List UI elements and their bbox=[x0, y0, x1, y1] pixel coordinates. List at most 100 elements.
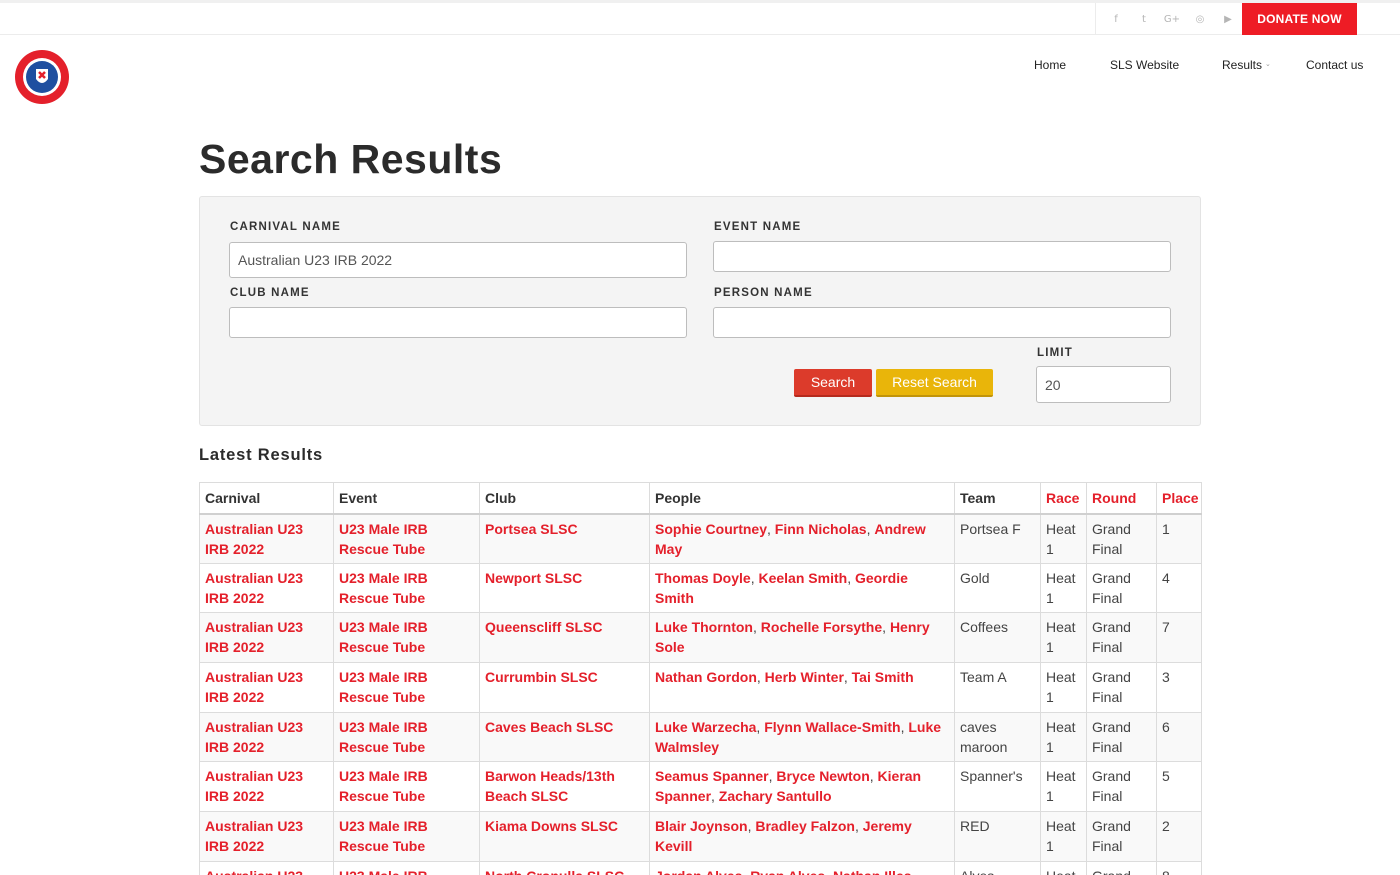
person-name-label: PERSON NAME bbox=[714, 287, 813, 299]
nav-results[interactable]: Results ⌄ bbox=[1222, 58, 1271, 74]
person-link[interactable]: Flynn Wallace-Smith bbox=[764, 719, 900, 735]
nav-sls-website[interactable]: SLS Website bbox=[1110, 58, 1179, 74]
donate-now-button[interactable]: DONATE NOW bbox=[1242, 3, 1357, 35]
carnival-link[interactable]: Australian U23 IRB 2022 bbox=[199, 562, 334, 614]
team-cell: Gold bbox=[954, 562, 1041, 614]
place-cell: 1 bbox=[1156, 513, 1202, 564]
table-row: Australian U23 IRB 2022U23 Male IRB Resc… bbox=[199, 811, 1202, 862]
person-link[interactable]: Finn Nicholas bbox=[775, 521, 867, 537]
people-cell: Blair Joynson, Bradley Falzon, Jeremy Ke… bbox=[649, 811, 955, 862]
club-name-input[interactable] bbox=[229, 307, 687, 338]
facebook-icon[interactable]: f bbox=[1102, 14, 1130, 25]
round-cell: Grand Final bbox=[1086, 513, 1157, 564]
club-link[interactable]: Caves Beach SLSC bbox=[479, 711, 650, 763]
carnival-link[interactable]: Australian U23 IRB 2022 bbox=[199, 711, 334, 763]
club-link[interactable]: Barwon Heads/13th Beach SLSC bbox=[479, 761, 650, 813]
column-header-place[interactable]: Place bbox=[1156, 482, 1202, 515]
google-plus-icon[interactable]: G+ bbox=[1158, 14, 1186, 25]
person-link[interactable]: Zachary Santullo bbox=[719, 788, 832, 804]
table-row: Australian U23 IRB 2022U23 Male IRB Resc… bbox=[199, 761, 1202, 813]
surf-life-saving-logo[interactable] bbox=[14, 49, 70, 105]
person-link[interactable]: Blair Joynson bbox=[655, 818, 748, 834]
place-cell: 4 bbox=[1156, 562, 1202, 614]
event-link[interactable]: U23 Male IRB Rescue Tube bbox=[333, 562, 480, 614]
top-utility-bar: f t G+ ◎ ▶ DONATE NOW bbox=[0, 0, 1400, 35]
carnival-name-input[interactable]: Australian U23 IRB 2022 bbox=[229, 242, 687, 278]
person-link[interactable]: Bradley Falzon bbox=[755, 818, 855, 834]
person-link[interactable]: Nathan Illes bbox=[833, 868, 912, 875]
youtube-icon[interactable]: ▶ bbox=[1214, 14, 1242, 25]
place-cell: 8 bbox=[1156, 860, 1202, 875]
search-form-panel: CARNIVAL NAME Australian U23 IRB 2022 EV… bbox=[199, 196, 1201, 426]
club-link[interactable]: Kiama Downs SLSC bbox=[479, 811, 650, 862]
team-cell: Alves Junior bbox=[954, 860, 1041, 875]
column-header-people: People bbox=[649, 482, 955, 515]
separator: , bbox=[767, 520, 775, 537]
carnival-link[interactable]: Australian U23 IRB 2022 bbox=[199, 761, 334, 813]
table-header-row: Carnival Event Club People Team Race Rou… bbox=[199, 482, 1202, 515]
event-link[interactable]: U23 Male IRB Rescue Tube bbox=[333, 711, 480, 763]
person-link[interactable]: Luke Warzecha bbox=[655, 719, 756, 735]
person-link[interactable]: Luke Thornton bbox=[655, 619, 753, 635]
place-cell: 7 bbox=[1156, 612, 1202, 664]
race-cell: Heat 1 bbox=[1040, 860, 1087, 875]
club-link[interactable]: Currumbin SLSC bbox=[479, 662, 650, 713]
club-link[interactable]: Queenscliff SLSC bbox=[479, 612, 650, 664]
limit-label: LIMIT bbox=[1037, 347, 1074, 359]
club-link[interactable]: Portsea SLSC bbox=[479, 513, 650, 564]
person-link[interactable]: Herb Winter bbox=[765, 669, 844, 685]
person-link[interactable]: Jordan Alves bbox=[655, 868, 742, 875]
team-cell: Coffees bbox=[954, 612, 1041, 664]
round-cell: Grand Final bbox=[1086, 662, 1157, 713]
round-cell: Grand Final bbox=[1086, 761, 1157, 813]
page-title: Search Results bbox=[199, 136, 503, 182]
event-link[interactable]: U23 Male IRB Rescue Tube bbox=[333, 761, 480, 813]
column-header-team: Team bbox=[954, 482, 1041, 515]
table-row: Australian U23 IRB 2022U23 Male IRB Resc… bbox=[199, 711, 1202, 763]
person-link[interactable]: Seamus Spanner bbox=[655, 768, 769, 784]
people-cell: Sophie Courtney, Finn Nicholas, Andrew M… bbox=[649, 513, 955, 564]
person-name-input[interactable] bbox=[713, 307, 1171, 338]
person-link[interactable]: Sophie Courtney bbox=[655, 521, 767, 537]
column-header-round[interactable]: Round bbox=[1086, 482, 1157, 515]
person-link[interactable]: Tai Smith bbox=[852, 669, 914, 685]
column-header-carnival: Carnival bbox=[199, 482, 334, 515]
club-link[interactable]: North Cronulla SLSC bbox=[479, 860, 650, 875]
separator: , bbox=[843, 669, 852, 686]
reset-search-button[interactable]: Reset Search bbox=[876, 369, 993, 397]
person-link[interactable]: Nathan Gordon bbox=[655, 669, 757, 685]
place-cell: 5 bbox=[1156, 761, 1202, 813]
person-link[interactable]: Keelan Smith bbox=[758, 570, 847, 586]
carnival-link[interactable]: Australian U23 IRB 2022 bbox=[199, 513, 334, 564]
person-link[interactable]: Bryce Newton bbox=[776, 768, 869, 784]
separator: , bbox=[854, 818, 863, 835]
carnival-link[interactable]: Australian U23 IRB 2022 bbox=[199, 860, 334, 875]
person-link[interactable]: Rochelle Forsythe bbox=[761, 619, 882, 635]
carnival-link[interactable]: Australian U23 IRB 2022 bbox=[199, 662, 334, 713]
race-cell: Heat 1 bbox=[1040, 513, 1087, 564]
nav-home[interactable]: Home bbox=[1034, 58, 1066, 74]
event-link[interactable]: U23 Male IRB Rescue Tube bbox=[333, 811, 480, 862]
person-link[interactable]: Thomas Doyle bbox=[655, 570, 751, 586]
column-header-club: Club bbox=[479, 482, 650, 515]
event-link[interactable]: U23 Male IRB Rescue Tube bbox=[333, 860, 480, 875]
separator: , bbox=[869, 768, 878, 785]
nav-contact-us[interactable]: Contact us bbox=[1306, 58, 1363, 74]
event-link[interactable]: U23 Male IRB Rescue Tube bbox=[333, 513, 480, 564]
carnival-link[interactable]: Australian U23 IRB 2022 bbox=[199, 811, 334, 862]
column-header-race[interactable]: Race bbox=[1040, 482, 1087, 515]
limit-input[interactable]: 20 bbox=[1036, 366, 1171, 403]
table-row: Australian U23 IRB 2022U23 Male IRB Resc… bbox=[199, 612, 1202, 664]
club-link[interactable]: Newport SLSC bbox=[479, 562, 650, 614]
twitter-icon[interactable]: t bbox=[1130, 14, 1158, 25]
person-link[interactable]: Ryan Alves bbox=[750, 868, 825, 875]
people-cell: Jordan Alves, Ryan Alves, Nathan Illes bbox=[649, 860, 955, 875]
event-link[interactable]: U23 Male IRB Rescue Tube bbox=[333, 662, 480, 713]
event-name-input[interactable] bbox=[713, 241, 1171, 272]
event-link[interactable]: U23 Male IRB Rescue Tube bbox=[333, 612, 480, 664]
carnival-link[interactable]: Australian U23 IRB 2022 bbox=[199, 612, 334, 664]
team-cell: caves maroon bbox=[954, 711, 1041, 763]
search-button[interactable]: Search bbox=[794, 369, 872, 397]
instagram-icon[interactable]: ◎ bbox=[1186, 14, 1214, 25]
chevron-down-icon: ⌄ bbox=[1265, 61, 1271, 68]
